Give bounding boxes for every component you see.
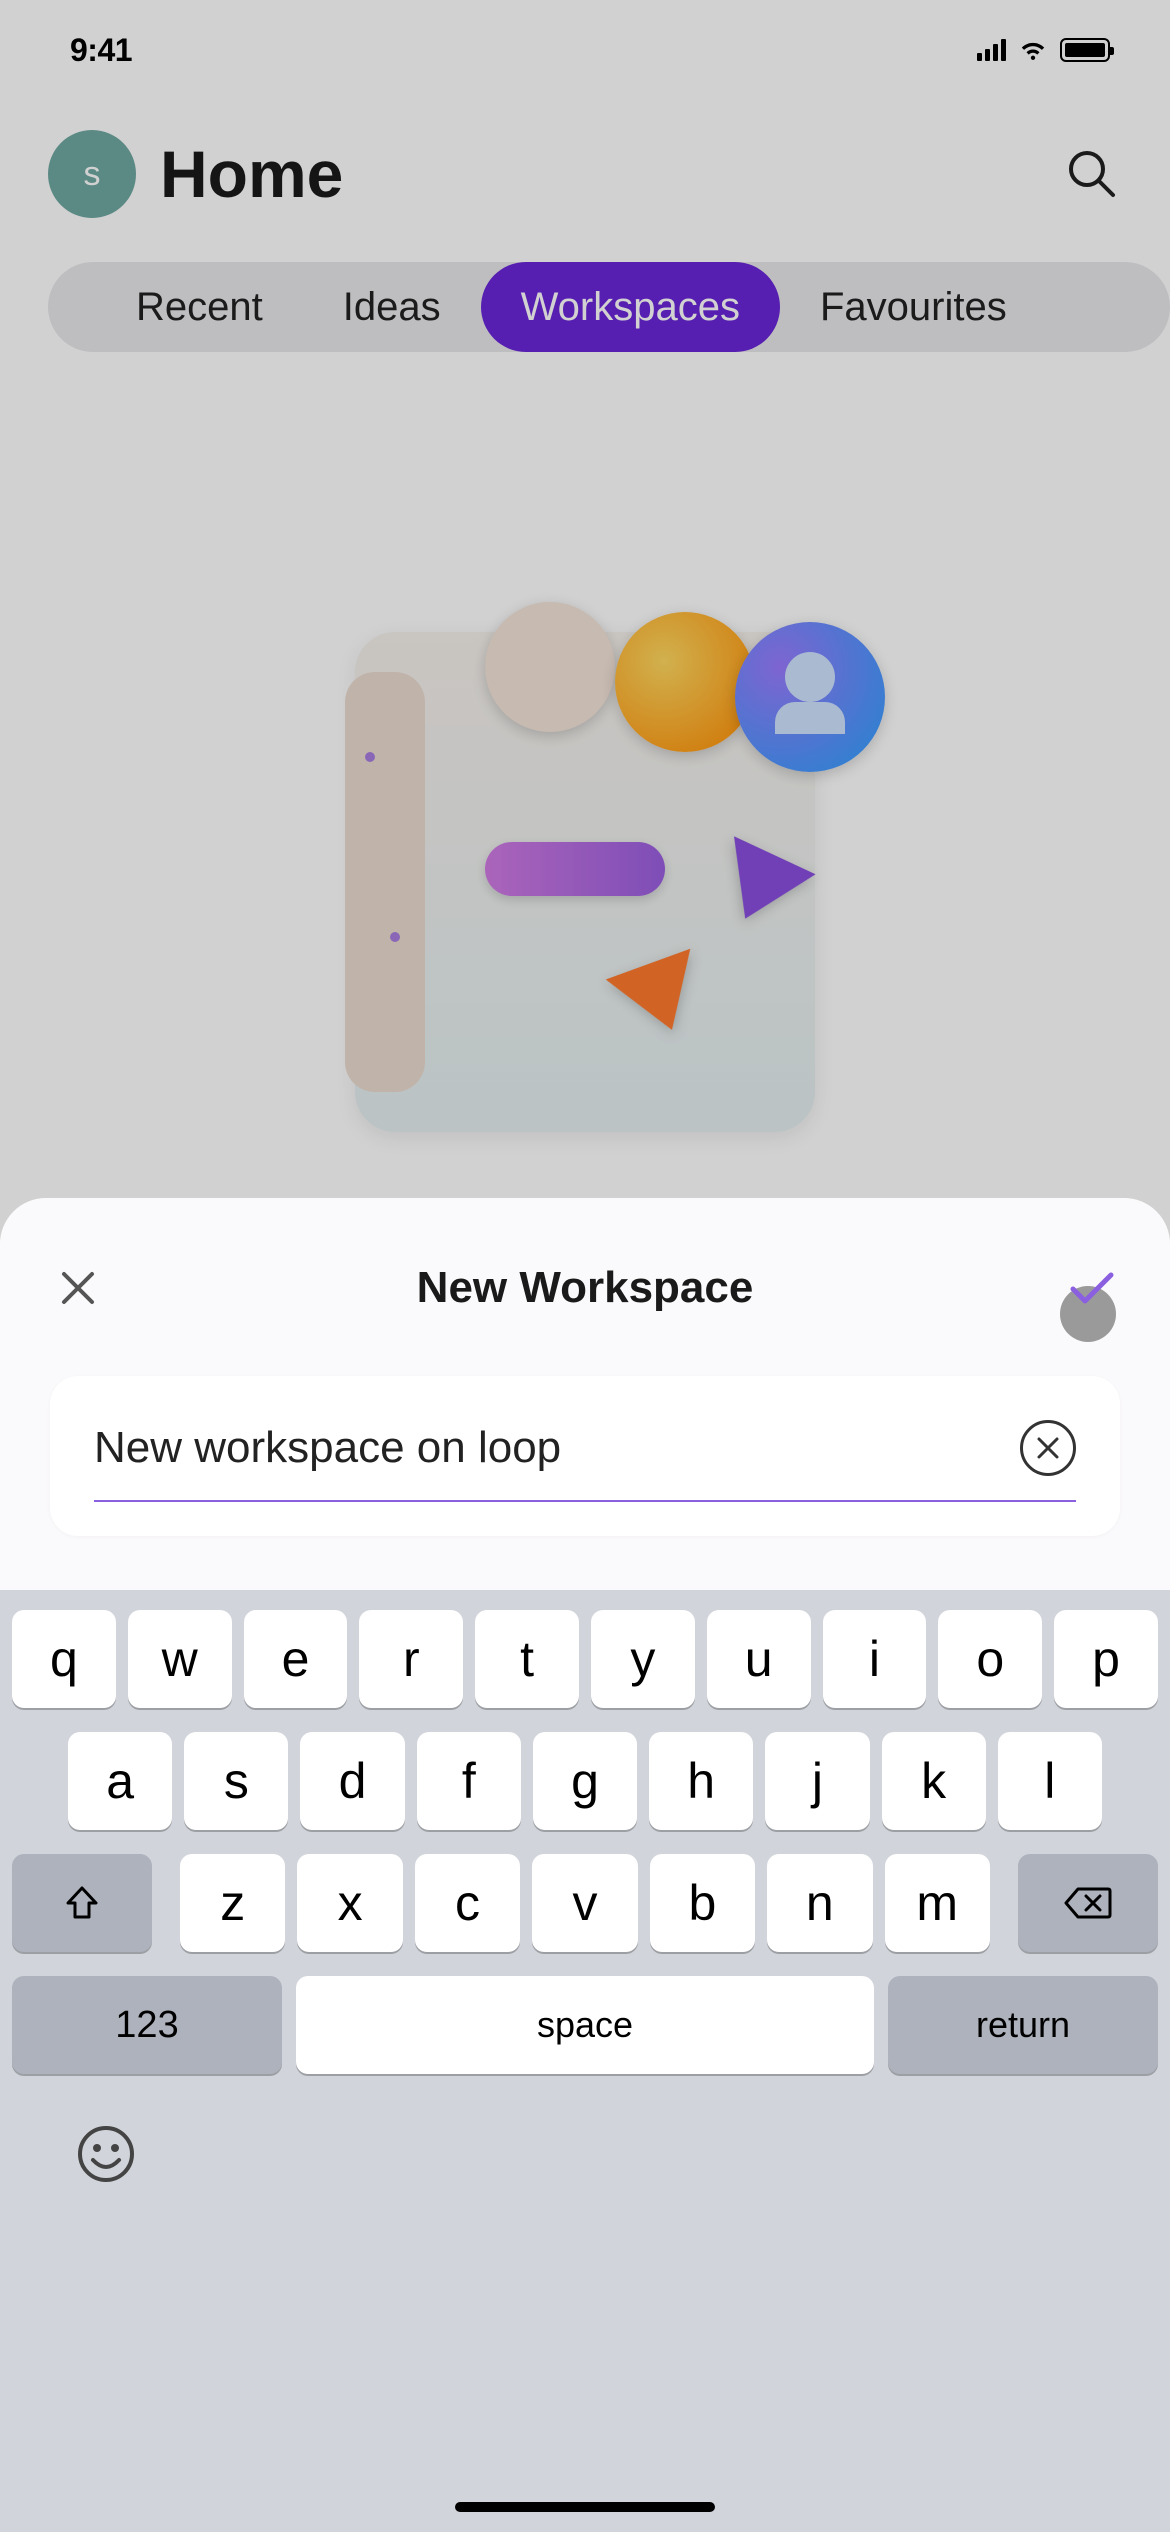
key-f[interactable]: f: [417, 1732, 521, 1830]
key-d[interactable]: d: [300, 1732, 404, 1830]
key-b[interactable]: b: [650, 1854, 755, 1952]
key-w[interactable]: w: [128, 1610, 232, 1708]
key-l[interactable]: l: [998, 1732, 1102, 1830]
key-s[interactable]: s: [184, 1732, 288, 1830]
key-j[interactable]: j: [765, 1732, 869, 1830]
backspace-icon: [1064, 1885, 1112, 1921]
x-icon: [1035, 1435, 1061, 1461]
confirm-button[interactable]: [1064, 1260, 1120, 1316]
key-a[interactable]: a: [68, 1732, 172, 1830]
key-i[interactable]: i: [823, 1610, 927, 1708]
workspace-name-input[interactable]: [94, 1423, 1000, 1473]
key-r[interactable]: r: [359, 1610, 463, 1708]
key-q[interactable]: q: [12, 1610, 116, 1708]
new-workspace-sheet: New Workspace q w e r t y u i: [0, 1198, 1170, 2532]
key-p[interactable]: p: [1054, 1610, 1158, 1708]
home-indicator[interactable]: [455, 2502, 715, 2512]
keyboard: q w e r t y u i o p a s d f g h j k l: [0, 1590, 1170, 2532]
key-e[interactable]: e: [244, 1610, 348, 1708]
workspace-name-card: [50, 1376, 1120, 1536]
key-u[interactable]: u: [707, 1610, 811, 1708]
key-v[interactable]: v: [532, 1854, 637, 1952]
sheet-header: New Workspace: [50, 1248, 1120, 1328]
key-y[interactable]: y: [591, 1610, 695, 1708]
key-n[interactable]: n: [767, 1854, 872, 1952]
sheet-title: New Workspace: [417, 1263, 754, 1313]
key-k[interactable]: k: [882, 1732, 986, 1830]
key-space[interactable]: space: [296, 1976, 874, 2074]
key-t[interactable]: t: [475, 1610, 579, 1708]
key-numeric[interactable]: 123: [12, 1976, 282, 2074]
emoji-button[interactable]: [70, 2118, 142, 2190]
shift-icon: [62, 1883, 102, 1923]
close-button[interactable]: [50, 1260, 106, 1316]
key-h[interactable]: h: [649, 1732, 753, 1830]
emoji-icon: [76, 2124, 136, 2184]
key-return[interactable]: return: [888, 1976, 1158, 2074]
input-underline: [94, 1500, 1076, 1502]
key-g[interactable]: g: [533, 1732, 637, 1830]
key-x[interactable]: x: [297, 1854, 402, 1952]
key-m[interactable]: m: [885, 1854, 990, 1952]
key-o[interactable]: o: [938, 1610, 1042, 1708]
close-icon: [56, 1266, 100, 1310]
check-icon: [1067, 1269, 1117, 1307]
key-shift[interactable]: [12, 1854, 152, 1952]
clear-input-button[interactable]: [1020, 1420, 1076, 1476]
key-c[interactable]: c: [415, 1854, 520, 1952]
key-z[interactable]: z: [180, 1854, 285, 1952]
key-backspace[interactable]: [1018, 1854, 1158, 1952]
